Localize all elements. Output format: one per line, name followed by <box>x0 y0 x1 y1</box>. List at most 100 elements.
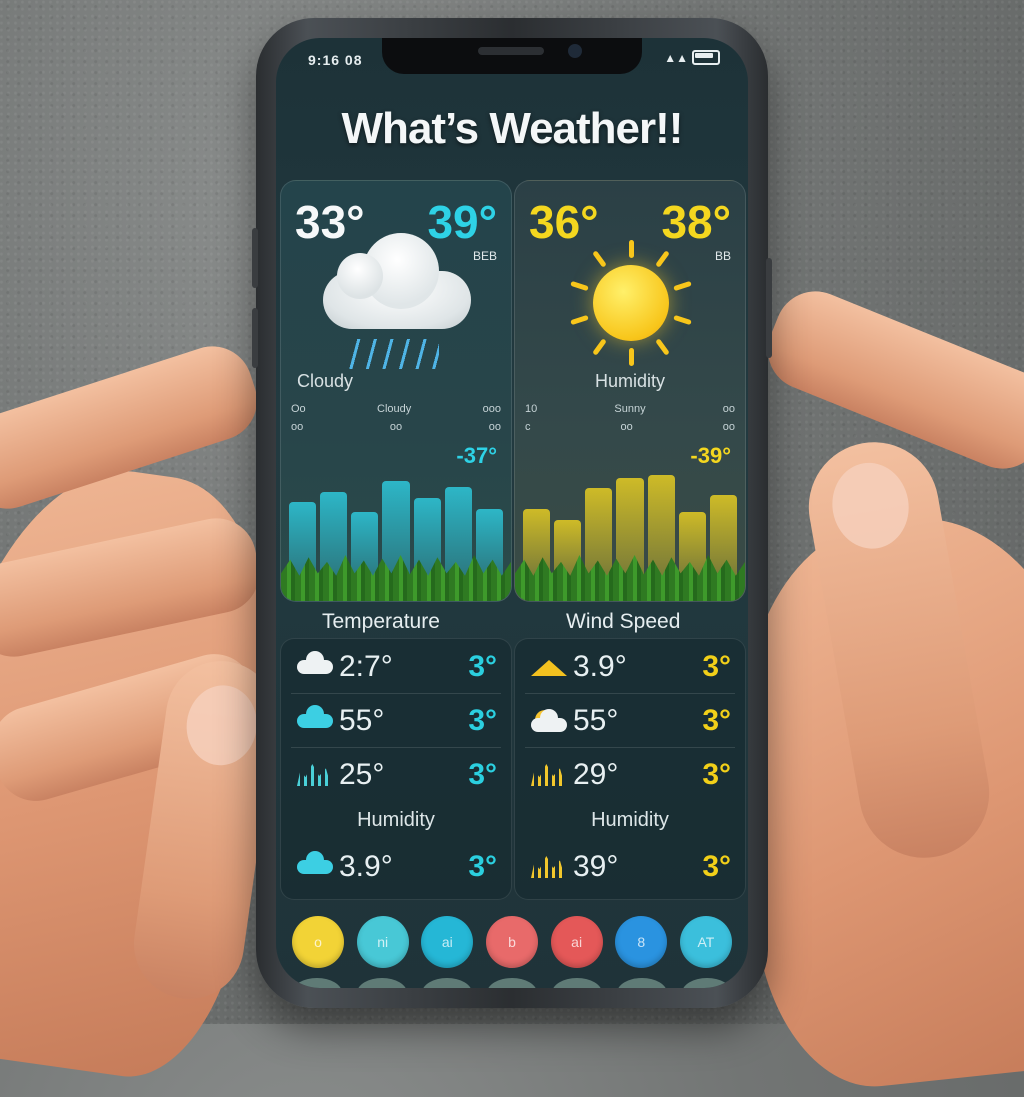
status-icons: ▲▲ <box>664 50 720 65</box>
info-row: 10 Sunny oo <box>525 403 735 415</box>
volume-button <box>252 228 258 288</box>
screen: 9:16 08 ▲▲ What’s Weather!! 33° 39° BEB … <box>276 38 748 988</box>
sun-ray <box>628 348 634 366</box>
weather-card-cloudy[interactable]: 33° 39° BEB Cloudy Oo Cloudy ooo oo oo oo -3… <box>280 180 512 602</box>
forecast-temp: 3.9° <box>573 650 627 683</box>
weather-card-sunny[interactable]: 36° 38° BB Humidity 10 Sunny oo c oo oo -39° <box>514 180 746 602</box>
forecast-row[interactable]: 55° 3° <box>289 699 503 743</box>
dock-button[interactable] <box>422 978 472 988</box>
sprout-cyan-icon <box>289 760 339 790</box>
sun-ray <box>570 281 589 292</box>
sun-ray <box>591 250 607 269</box>
temp-alt: 38° <box>661 196 731 248</box>
sun-ray <box>570 314 589 325</box>
sprout-yellow-icon <box>523 852 573 882</box>
forecast-row[interactable]: 55° 3° <box>523 699 737 743</box>
forecast-temp: 2:7° <box>339 650 393 683</box>
power-button <box>766 258 772 358</box>
forecast-row[interactable]: 3.9° 3° <box>289 845 503 889</box>
forecast-temp: 39° <box>573 850 619 883</box>
rain-icon <box>349 339 439 369</box>
dock-button[interactable] <box>617 978 667 988</box>
wind-speed-label: Wind Speed <box>566 610 681 633</box>
forecast-row[interactable]: 25° 3° <box>289 753 503 797</box>
bar-chart <box>289 439 503 579</box>
signal-icon: ▲▲ <box>664 50 688 65</box>
camera-icon <box>568 44 582 58</box>
volume-button <box>252 308 258 368</box>
temp-main: 33° <box>295 196 365 248</box>
forecast-value: 3° <box>702 704 731 737</box>
bottom-dock: o ni ai b ai 8 AT <box>292 916 732 972</box>
dock-button[interactable]: ai <box>421 916 474 968</box>
dock-button[interactable]: o <box>292 916 344 968</box>
info-row: Oo Cloudy ooo <box>291 403 501 415</box>
dock-button[interactable] <box>682 978 732 988</box>
dock-button[interactable] <box>292 978 342 988</box>
dock-button[interactable]: ni <box>356 916 409 968</box>
forecast-panel-wind-speed: 3.9° 3° 55° 3° 29° 3° Humidity 39° 3° <box>514 638 746 900</box>
info-value: oo <box>722 421 735 433</box>
sun-ray <box>655 250 671 269</box>
forecast-value: 3° <box>702 758 731 791</box>
dock-button[interactable]: b <box>485 916 538 968</box>
info-value: oo <box>620 421 633 433</box>
dock-button[interactable] <box>552 978 602 988</box>
forecast-row[interactable]: 3.9° 3° <box>523 645 737 689</box>
temp-code: BEB <box>472 249 497 263</box>
info-value: oo <box>389 421 403 433</box>
dock-button[interactable]: AT <box>679 916 732 968</box>
info-value: 10 <box>525 403 538 415</box>
dock-button[interactable]: ai <box>550 916 603 968</box>
sun-ray <box>628 240 634 258</box>
info-row: oo oo oo <box>291 421 501 433</box>
condition-label: Cloudy <box>297 371 354 391</box>
cloud-cyan-icon <box>289 851 339 882</box>
forecast-temp: 29° <box>573 758 619 791</box>
cloud-cyan-icon <box>289 705 339 736</box>
dock-button[interactable]: 8 <box>615 916 668 968</box>
forecast-temp: 55° <box>339 704 385 737</box>
humidity-label: Humidity <box>591 809 669 831</box>
info-row: c oo oo <box>525 421 735 433</box>
forecast-value: 3° <box>702 650 731 683</box>
forecast-temp: 25° <box>339 758 385 791</box>
info-value: Oo <box>291 403 306 415</box>
sun-ray <box>673 281 692 292</box>
status-time: 9:16 08 <box>308 52 363 68</box>
battery-icon <box>692 50 720 65</box>
sun-ray <box>655 337 671 356</box>
sun-icon <box>593 265 669 341</box>
chart-bar <box>444 486 472 579</box>
humidity-label: Humidity <box>357 809 435 831</box>
condition-label: Humidity <box>594 371 665 391</box>
info-value: ooo <box>482 403 501 415</box>
bar-chart <box>523 439 737 579</box>
cloud-icon <box>323 233 471 329</box>
info-value: Sunny <box>614 403 646 415</box>
notch <box>382 38 642 74</box>
temp-code: BB <box>714 249 731 263</box>
mountain-yellow-icon <box>523 652 573 682</box>
phone: 9:16 08 ▲▲ What’s Weather!! 33° 39° BEB … <box>252 18 772 1008</box>
info-value: oo <box>291 421 304 433</box>
sun-ray <box>591 337 607 356</box>
forecast-row[interactable]: 29° 3° <box>523 753 737 797</box>
info-value: oo <box>488 421 501 433</box>
dock-button[interactable] <box>487 978 537 988</box>
forecast-temp: 55° <box>573 704 619 737</box>
info-value: oo <box>722 403 735 415</box>
temperature-label: Temperature <box>322 610 440 633</box>
cloud-white-icon <box>289 651 339 682</box>
info-value: Cloudy <box>377 403 412 415</box>
forecast-row[interactable]: 39° 3° <box>523 845 737 889</box>
forecast-value: 3° <box>468 704 497 737</box>
dock-button[interactable] <box>357 978 407 988</box>
forecast-row[interactable]: 2:7° 3° <box>289 645 503 689</box>
sprout-yellow-icon <box>523 760 573 790</box>
sun-cloud-icon <box>523 706 573 736</box>
forecast-value: 3° <box>702 850 731 883</box>
dock-row-2 <box>292 978 732 988</box>
app-title: What’s Weather!! <box>341 104 684 153</box>
forecast-value: 3° <box>468 650 497 683</box>
